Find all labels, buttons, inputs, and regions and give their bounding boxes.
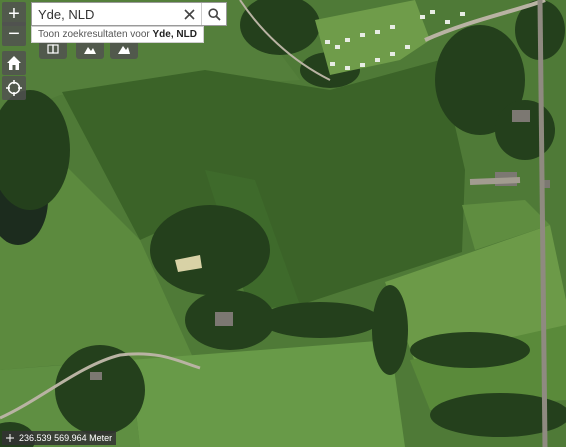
locate-button[interactable] <box>2 76 26 100</box>
search-icon <box>207 7 221 21</box>
suggestion-term: Yde, NLD <box>152 29 197 40</box>
locate-icon <box>6 80 22 96</box>
basemap-icon <box>84 47 96 54</box>
home-button[interactable] <box>2 51 26 75</box>
crosshair-icon <box>6 434 14 442</box>
suggestion-prefix: Toon zoekresultaten voor <box>38 29 150 40</box>
search-input[interactable] <box>32 4 177 24</box>
zoom-out-button[interactable]: − <box>2 22 26 46</box>
search-button[interactable] <box>202 3 226 25</box>
home-icon <box>7 56 21 70</box>
clear-search-button[interactable] <box>177 3 202 25</box>
terrain-icon <box>118 46 130 54</box>
close-icon <box>183 8 195 20</box>
coord-y: 569.964 <box>54 433 87 443</box>
coord-x: 236.539 <box>19 433 52 443</box>
aerial-map[interactable] <box>0 0 566 447</box>
coordinate-readout: 236.539 569.964 Meter <box>2 431 117 445</box>
search-suggestion[interactable]: Toon zoekresultaten voor Yde, NLD <box>31 26 204 43</box>
search-bar <box>31 2 227 26</box>
layers-icon <box>47 44 59 54</box>
coord-unit: Meter <box>89 433 113 443</box>
